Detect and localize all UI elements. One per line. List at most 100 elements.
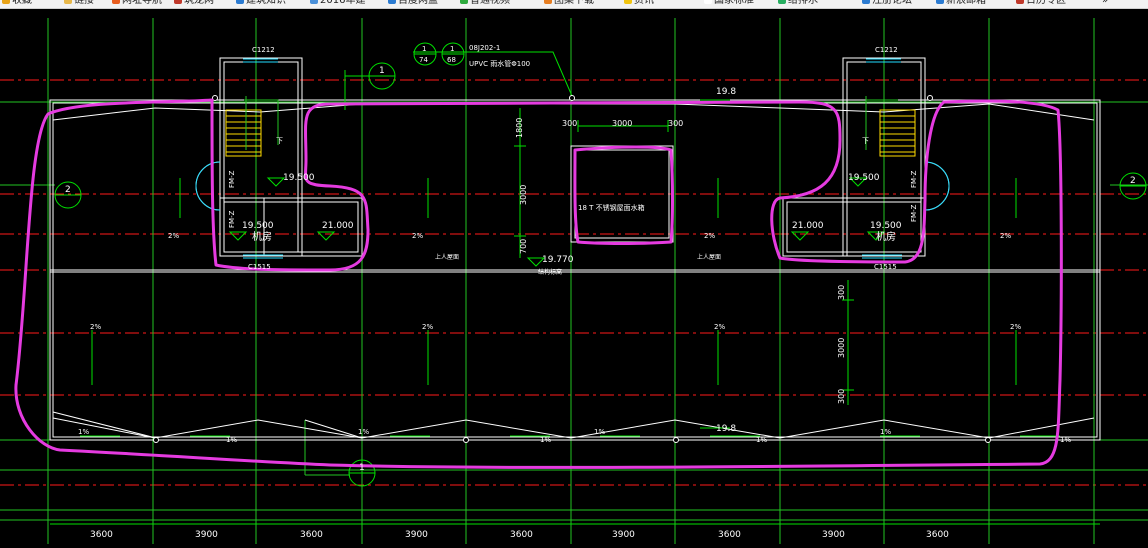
stair-mark-right: 下 <box>862 137 869 145</box>
bookmark-favicon-icon <box>704 0 712 4</box>
bookmark-favicon-icon <box>862 0 870 4</box>
center-label: 结构标高 <box>538 268 562 276</box>
slope-label: 2% <box>704 232 715 240</box>
bookmark-favicon-icon <box>2 0 10 4</box>
dimension-lines <box>50 42 1147 525</box>
bookmark-item[interactable]: 注册论坛 <box>862 0 912 7</box>
gutter-slope-label: 1% <box>594 428 605 436</box>
elevation-room-right: 19.500 <box>870 221 902 231</box>
bookmarks-overflow-button[interactable]: » <box>1102 0 1108 7</box>
detail-ref-b-top: 1 <box>450 45 454 53</box>
bookmark-item[interactable]: 资讯 <box>624 0 654 7</box>
slope-label: 2% <box>1000 232 1011 240</box>
grid-lines-red <box>0 79 1148 486</box>
grid-bubble-top: 1 <box>379 66 385 76</box>
gutter-slope-label: 1% <box>1060 436 1071 444</box>
window-label-right-bottom: C1515 <box>874 263 897 271</box>
room-label-left: 机房 <box>252 230 272 243</box>
bookmark-label: 日历专区 <box>1026 0 1066 6</box>
bookmark-label: 2016年建 <box>320 0 366 6</box>
building-outline <box>49 57 1101 441</box>
elevation-top: 19.8 <box>716 87 736 97</box>
slope-label: 2% <box>714 323 725 331</box>
bookmark-favicon-icon <box>778 0 786 4</box>
elevation-room-left: 19.500 <box>242 221 274 231</box>
dim-vertical-2: 3000 <box>519 185 528 205</box>
bay-dimension: 3900 <box>822 530 845 540</box>
bookmark-item[interactable]: 网址导航 <box>112 0 162 7</box>
bay-dimension: 3600 <box>90 530 113 540</box>
detail-ref-text: 08J202-1 <box>469 44 500 52</box>
detail-ref-b-bottom: 68 <box>447 56 456 64</box>
elevation-center: 19.770 <box>542 255 574 265</box>
bookmarks-bar: 收藏 链接 网址导航 筑龙网 建筑知识 2016年建 百度网盘 普通视频 图集下载 资讯 国家标准 给… <box>0 0 1148 9</box>
bookmark-label: 资讯 <box>634 0 654 6</box>
gutter-slope-label: 1% <box>880 428 891 436</box>
bookmark-item[interactable]: 2016年建 <box>310 0 365 7</box>
dim-vertical2-3: 300 <box>837 389 846 404</box>
room-label-right: 机房 <box>876 230 896 243</box>
bookmark-item[interactable]: 链接 <box>64 0 94 7</box>
bookmark-favicon-icon <box>236 0 244 4</box>
roof-label-left: 上人屋面 <box>435 253 459 261</box>
bookmark-favicon-icon <box>388 0 396 4</box>
door-swings <box>195 58 950 259</box>
detail-ref-a-bottom: 74 <box>419 56 428 64</box>
bookmark-item[interactable]: 国家标准 <box>704 0 754 7</box>
bay-dimension: 3600 <box>718 530 741 540</box>
grid-bubble-bottom: 1 <box>359 463 365 473</box>
bookmark-label: 百度网盘 <box>398 0 438 6</box>
markup-annotations <box>14 98 1063 469</box>
dim-vertical-3: 700 <box>519 239 528 254</box>
bookmark-favicon-icon <box>460 0 468 4</box>
elevation-room-left2: 21.000 <box>322 221 354 231</box>
bookmark-label: 新浪邮箱 <box>946 0 986 6</box>
gutter-slope-label: 1% <box>540 436 551 444</box>
window-label-left-bottom: C1515 <box>248 263 271 271</box>
window-label-right-top: C1212 <box>875 46 898 54</box>
detail-ref-text2: UPVC 雨水管Φ100 <box>469 59 530 68</box>
bay-dimension: 3900 <box>612 530 635 540</box>
bookmark-label: 普通视频 <box>470 0 510 6</box>
bookmark-item[interactable]: 普通视频 <box>460 0 510 7</box>
bookmark-item[interactable]: 筑龙网 <box>174 0 214 7</box>
cad-drawing-canvas[interactable]: C1212 C1212 C1515 C1515 08J202-1 UPVC 雨水… <box>0 9 1148 544</box>
bookmark-label: 注册论坛 <box>872 0 912 6</box>
dim-vertical2-2: 3000 <box>837 338 846 358</box>
door-label-left-1: FM-Z <box>228 170 236 188</box>
door-label-left-2: FM-Z <box>228 210 236 228</box>
bookmark-label: 国家标准 <box>714 0 754 6</box>
roof-plan-drawing: C1212 C1212 C1515 C1515 08J202-1 UPVC 雨水… <box>0 18 1148 544</box>
elevation-stair-left: 19.500 <box>283 173 315 183</box>
dim-vertical2-1: 300 <box>837 285 846 300</box>
gutter-slope-label: 1% <box>226 436 237 444</box>
roof-label-right: 上人屋面 <box>697 253 721 261</box>
drawing-labels: C1212 C1212 C1515 C1515 08J202-1 UPVC 雨水… <box>65 44 1136 473</box>
bookmark-item[interactable]: 建筑知识 <box>236 0 286 7</box>
dim-tank-left: 300 <box>562 119 577 128</box>
bottom-dimensions: 3600 3900 3600 3900 3600 3900 3600 3900 3600 <box>90 530 949 540</box>
bookmark-favicon-icon <box>64 0 72 4</box>
elevation-bottom: 19.8 <box>716 424 736 434</box>
elevation-stair-right: 19.500 <box>848 173 880 183</box>
dim-tank-mid: 3000 <box>612 119 632 128</box>
bookmark-item[interactable]: 日历专区 <box>1016 0 1066 7</box>
bookmark-favicon-icon <box>174 0 182 4</box>
bookmark-item[interactable]: 给排水 <box>778 0 818 7</box>
window-label-left-top: C1212 <box>252 46 275 54</box>
slope-label: 2% <box>90 323 101 331</box>
bookmark-item[interactable]: 百度网盘 <box>388 0 438 7</box>
bookmark-label: 网址导航 <box>122 0 162 6</box>
bookmark-item[interactable]: 收藏 <box>2 0 32 7</box>
bookmark-label: 筑龙网 <box>184 0 214 6</box>
door-label-right-2: FM-Z <box>910 204 918 222</box>
gutter-slope-label: 1% <box>756 436 767 444</box>
bookmark-item[interactable]: 图集下载 <box>544 0 594 7</box>
detail-ref-a-top: 1 <box>422 45 426 53</box>
bookmark-favicon-icon <box>624 0 632 4</box>
bookmark-favicon-icon <box>936 0 944 4</box>
slope-label: 2% <box>422 323 433 331</box>
bookmark-item[interactable]: 新浪邮箱 <box>936 0 986 7</box>
bookmark-label: 给排水 <box>788 0 818 6</box>
bookmark-label: 图集下载 <box>554 0 594 6</box>
